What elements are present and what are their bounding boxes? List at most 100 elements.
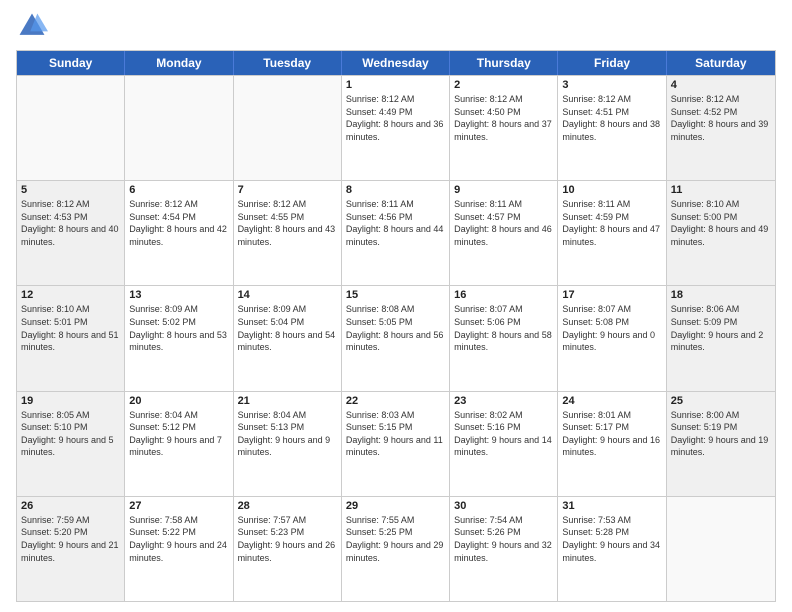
cell-date: 31 — [562, 500, 661, 512]
cell-info: Sunrise: 8:12 AM Sunset: 4:51 PM Dayligh… — [562, 93, 661, 143]
calendar-cell: 19Sunrise: 8:05 AM Sunset: 5:10 PM Dayli… — [17, 392, 125, 496]
calendar-cell: 25 Sunrise: 8:00 AM Sunset: 5:19 PM Dayli… — [667, 392, 775, 496]
cell-info: Sunrise: 7:58 AM Sunset: 5:22 PM Dayligh… — [129, 514, 228, 564]
cell-date: 29 — [346, 500, 445, 512]
calendar-cell: 9Sunrise: 8:11 AM Sunset: 4:57 PM Daylig… — [450, 181, 558, 285]
weekday-header: Tuesday — [234, 51, 342, 75]
cell-info: Sunrise: 7:59 AM Sunset: 5:20 PM Dayligh… — [21, 514, 120, 564]
calendar-row: 1 Sunrise: 8:12 AM Sunset: 4:49 PM Daylig… — [17, 75, 775, 180]
calendar-cell: 18 Sunrise: 8:06 AM Sunset: 5:09 PM Dayli… — [667, 286, 775, 390]
cell-info: Sunrise: 8:02 AM Sunset: 5:16 PM Dayligh… — [454, 409, 553, 459]
cell-date: 22 — [346, 395, 445, 407]
cell-date: 11 — [671, 184, 771, 196]
calendar-row: 19Sunrise: 8:05 AM Sunset: 5:10 PM Dayli… — [17, 391, 775, 496]
calendar-cell: 31 Sunrise: 7:53 AM Sunset: 5:28 PM Dayli… — [558, 497, 666, 601]
cell-date: 3 — [562, 79, 661, 91]
cell-date: 2 — [454, 79, 553, 91]
calendar-cell: 6 Sunrise: 8:12 AM Sunset: 4:54 PM Daylig… — [125, 181, 233, 285]
page: SundayMondayTuesdayWednesdayThursdayFrid… — [0, 0, 792, 612]
weekday-header: Friday — [558, 51, 666, 75]
cell-info: Sunrise: 7:54 AM Sunset: 5:26 PM Dayligh… — [454, 514, 553, 564]
calendar-row: 12 Sunrise: 8:10 AM Sunset: 5:01 PM Dayli… — [17, 285, 775, 390]
header — [16, 10, 776, 42]
calendar-cell — [234, 76, 342, 180]
cell-date: 5 — [21, 184, 120, 196]
cell-info: Sunrise: 8:00 AM Sunset: 5:19 PM Dayligh… — [671, 409, 771, 459]
weekday-header: Saturday — [667, 51, 775, 75]
calendar-cell: 17 Sunrise: 8:07 AM Sunset: 5:08 PM Dayli… — [558, 286, 666, 390]
cell-date: 25 — [671, 395, 771, 407]
cell-info: Sunrise: 8:09 AM Sunset: 5:02 PM Dayligh… — [129, 303, 228, 353]
calendar-cell: 24 Sunrise: 8:01 AM Sunset: 5:17 PM Dayli… — [558, 392, 666, 496]
calendar-row: 26Sunrise: 7:59 AM Sunset: 5:20 PM Dayli… — [17, 496, 775, 601]
cell-date: 1 — [346, 79, 445, 91]
cell-date: 23 — [454, 395, 553, 407]
cell-date: 4 — [671, 79, 771, 91]
calendar-cell: 27 Sunrise: 7:58 AM Sunset: 5:22 PM Dayli… — [125, 497, 233, 601]
calendar-cell — [125, 76, 233, 180]
cell-info: Sunrise: 8:03 AM Sunset: 5:15 PM Dayligh… — [346, 409, 445, 459]
calendar-cell: 15 Sunrise: 8:08 AM Sunset: 5:05 PM Dayli… — [342, 286, 450, 390]
cell-info: Sunrise: 8:11 AM Sunset: 4:56 PM Dayligh… — [346, 198, 445, 248]
cell-info: Sunrise: 8:12 AM Sunset: 4:49 PM Dayligh… — [346, 93, 445, 143]
cell-date: 24 — [562, 395, 661, 407]
cell-info: Sunrise: 8:09 AM Sunset: 5:04 PM Dayligh… — [238, 303, 337, 353]
calendar-cell: 16 Sunrise: 8:07 AM Sunset: 5:06 PM Dayli… — [450, 286, 558, 390]
calendar-cell: 5 Sunrise: 8:12 AM Sunset: 4:53 PM Daylig… — [17, 181, 125, 285]
calendar-cell — [17, 76, 125, 180]
calendar-cell: 8 Sunrise: 8:11 AM Sunset: 4:56 PM Daylig… — [342, 181, 450, 285]
logo — [16, 10, 52, 42]
cell-info: Sunrise: 8:07 AM Sunset: 5:06 PM Dayligh… — [454, 303, 553, 353]
cell-info: Sunrise: 8:04 AM Sunset: 5:12 PM Dayligh… — [129, 409, 228, 459]
calendar-cell: 1 Sunrise: 8:12 AM Sunset: 4:49 PM Daylig… — [342, 76, 450, 180]
cell-date: 16 — [454, 289, 553, 301]
cell-date: 21 — [238, 395, 337, 407]
cell-info: Sunrise: 8:12 AM Sunset: 4:54 PM Dayligh… — [129, 198, 228, 248]
calendar-cell: 4 Sunrise: 8:12 AM Sunset: 4:52 PM Daylig… — [667, 76, 775, 180]
cell-date: 17 — [562, 289, 661, 301]
cell-info: Sunrise: 8:10 AM Sunset: 5:01 PM Dayligh… — [21, 303, 120, 353]
calendar-row: 5 Sunrise: 8:12 AM Sunset: 4:53 PM Daylig… — [17, 180, 775, 285]
calendar-cell: 3 Sunrise: 8:12 AM Sunset: 4:51 PM Daylig… — [558, 76, 666, 180]
cell-info: Sunrise: 8:11 AM Sunset: 4:59 PM Dayligh… — [562, 198, 661, 248]
cell-info: Sunrise: 8:04 AM Sunset: 5:13 PM Dayligh… — [238, 409, 337, 459]
calendar-cell: 7 Sunrise: 8:12 AM Sunset: 4:55 PM Daylig… — [234, 181, 342, 285]
cell-info: Sunrise: 8:07 AM Sunset: 5:08 PM Dayligh… — [562, 303, 661, 353]
cell-info: Sunrise: 8:05 AM Sunset: 5:10 PM Dayligh… — [21, 409, 120, 459]
cell-info: Sunrise: 8:12 AM Sunset: 4:52 PM Dayligh… — [671, 93, 771, 143]
cell-date: 18 — [671, 289, 771, 301]
cell-date: 12 — [21, 289, 120, 301]
calendar-cell: 20 Sunrise: 8:04 AM Sunset: 5:12 PM Dayli… — [125, 392, 233, 496]
cell-date: 10 — [562, 184, 661, 196]
calendar-cell: 28 Sunrise: 7:57 AM Sunset: 5:23 PM Dayli… — [234, 497, 342, 601]
cell-date: 14 — [238, 289, 337, 301]
cell-info: Sunrise: 8:12 AM Sunset: 4:55 PM Dayligh… — [238, 198, 337, 248]
cell-date: 6 — [129, 184, 228, 196]
calendar: SundayMondayTuesdayWednesdayThursdayFrid… — [16, 50, 776, 602]
cell-info: Sunrise: 8:12 AM Sunset: 4:50 PM Dayligh… — [454, 93, 553, 143]
calendar-cell: 13Sunrise: 8:09 AM Sunset: 5:02 PM Dayli… — [125, 286, 233, 390]
weekday-header: Wednesday — [342, 51, 450, 75]
calendar-cell: 10 Sunrise: 8:11 AM Sunset: 4:59 PM Dayli… — [558, 181, 666, 285]
calendar-cell: 2 Sunrise: 8:12 AM Sunset: 4:50 PM Daylig… — [450, 76, 558, 180]
weekday-header: Thursday — [450, 51, 558, 75]
calendar-cell: 30 Sunrise: 7:54 AM Sunset: 5:26 PM Dayli… — [450, 497, 558, 601]
calendar-body: 1 Sunrise: 8:12 AM Sunset: 4:49 PM Daylig… — [17, 75, 775, 601]
cell-info: Sunrise: 8:06 AM Sunset: 5:09 PM Dayligh… — [671, 303, 771, 353]
cell-date: 30 — [454, 500, 553, 512]
cell-info: Sunrise: 8:12 AM Sunset: 4:53 PM Dayligh… — [21, 198, 120, 248]
calendar-cell: 26Sunrise: 7:59 AM Sunset: 5:20 PM Dayli… — [17, 497, 125, 601]
cell-date: 15 — [346, 289, 445, 301]
cell-date: 28 — [238, 500, 337, 512]
cell-date: 7 — [238, 184, 337, 196]
cell-info: Sunrise: 7:57 AM Sunset: 5:23 PM Dayligh… — [238, 514, 337, 564]
cell-info: Sunrise: 8:01 AM Sunset: 5:17 PM Dayligh… — [562, 409, 661, 459]
cell-info: Sunrise: 7:55 AM Sunset: 5:25 PM Dayligh… — [346, 514, 445, 564]
cell-date: 9 — [454, 184, 553, 196]
cell-date: 20 — [129, 395, 228, 407]
cell-date: 27 — [129, 500, 228, 512]
cell-info: Sunrise: 7:53 AM Sunset: 5:28 PM Dayligh… — [562, 514, 661, 564]
cell-info: Sunrise: 8:08 AM Sunset: 5:05 PM Dayligh… — [346, 303, 445, 353]
calendar-cell: 22 Sunrise: 8:03 AM Sunset: 5:15 PM Dayli… — [342, 392, 450, 496]
cell-date: 8 — [346, 184, 445, 196]
